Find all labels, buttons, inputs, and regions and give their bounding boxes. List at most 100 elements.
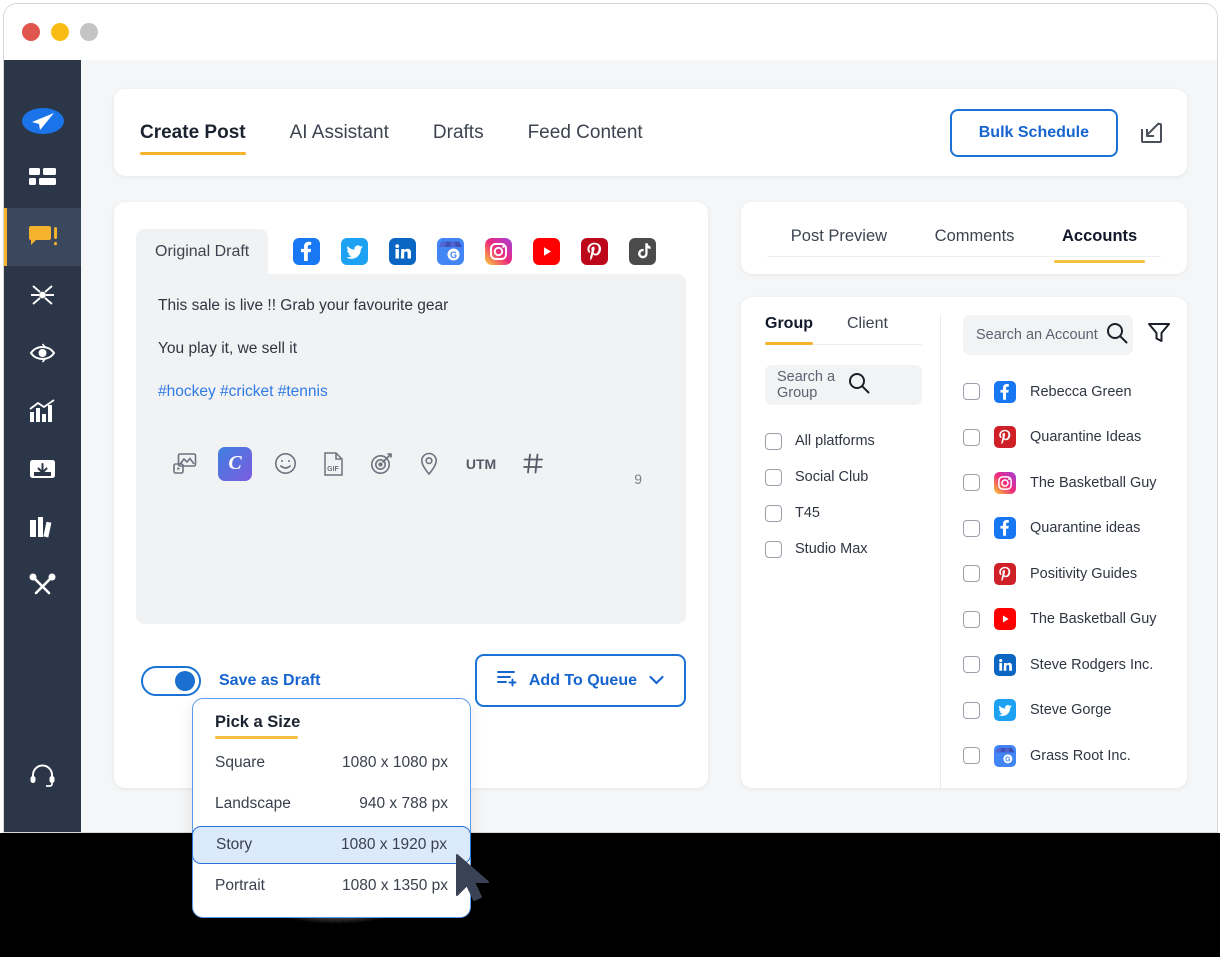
- svg-text:G: G: [1005, 756, 1010, 763]
- size-value: 1080 x 1350 px: [342, 877, 448, 895]
- group-checkbox[interactable]: [765, 469, 782, 486]
- tab-comments[interactable]: Comments: [935, 213, 1015, 263]
- table-row[interactable]: Rebecca Green: [963, 369, 1171, 415]
- account-name: Positivity Guides: [1030, 566, 1137, 582]
- platform-instagram-icon[interactable]: [485, 238, 512, 265]
- account-name: Grass Root Inc.: [1030, 748, 1131, 764]
- table-row[interactable]: Positivity Guides: [963, 551, 1171, 597]
- search-icon[interactable]: [848, 372, 911, 398]
- table-row[interactable]: The Basketball Guy: [963, 460, 1171, 506]
- group-checkbox[interactable]: [765, 433, 782, 450]
- account-checkbox[interactable]: [963, 611, 980, 628]
- account-checkbox[interactable]: [963, 565, 980, 582]
- table-row[interactable]: Quarantine ideas: [963, 506, 1171, 552]
- tab-post-preview[interactable]: Post Preview: [791, 213, 887, 263]
- table-row[interactable]: Quarantine Ideas: [963, 415, 1171, 461]
- size-option-story[interactable]: Story 1080 x 1920 px: [192, 826, 471, 864]
- sidebar-item-analytics[interactable]: [4, 382, 81, 440]
- sidebar-item-dashboard[interactable]: [4, 150, 81, 208]
- account-checkbox[interactable]: [963, 474, 980, 491]
- table-row[interactable]: Steve Gorge: [963, 688, 1171, 734]
- tab-create-post[interactable]: Create Post: [140, 122, 268, 144]
- canva-icon[interactable]: C: [218, 447, 252, 481]
- platform-tiktok-icon[interactable]: [629, 238, 656, 265]
- sidebar-item-compose[interactable]: [4, 208, 81, 266]
- search-icon[interactable]: [1106, 322, 1128, 348]
- account-checkbox[interactable]: [963, 383, 980, 400]
- table-row[interactable]: Steve Rodgers Inc.: [963, 642, 1171, 688]
- accounts-panel: Search an Account: [941, 315, 1187, 788]
- list-item[interactable]: All platforms: [765, 423, 922, 459]
- accounts-list: Rebecca Green Quarantine Ideas: [963, 369, 1171, 779]
- platform-youtube-icon[interactable]: [533, 238, 560, 265]
- schedule-toggle[interactable]: [141, 666, 201, 696]
- post-textarea[interactable]: This sale is live !! Grab your favourite…: [136, 274, 686, 624]
- expand-editor-icon[interactable]: [1138, 120, 1164, 146]
- location-icon[interactable]: [414, 449, 444, 479]
- bulk-schedule-button[interactable]: Bulk Schedule: [950, 109, 1118, 157]
- tab-feed-content[interactable]: Feed Content: [506, 122, 665, 144]
- size-label: Story: [216, 836, 252, 854]
- tab-client[interactable]: Client: [847, 315, 888, 344]
- tab-drafts[interactable]: Drafts: [411, 122, 506, 144]
- list-item[interactable]: Studio Max: [765, 531, 922, 567]
- account-checkbox[interactable]: [963, 702, 980, 719]
- header-actions: Bulk Schedule: [950, 109, 1164, 157]
- list-item[interactable]: T45: [765, 495, 922, 531]
- emoji-icon[interactable]: [270, 449, 300, 479]
- save-draft-button[interactable]: Save as Draft: [219, 672, 320, 690]
- size-option-portrait[interactable]: Portrait 1080 x 1350 px: [193, 867, 470, 905]
- sidebar-item-library[interactable]: [4, 498, 81, 556]
- instagram-icon: [994, 472, 1016, 494]
- tab-original-draft[interactable]: Original Draft: [136, 229, 268, 274]
- preview-tabs-card: Post Preview Comments Accounts: [741, 202, 1187, 274]
- filter-icon[interactable]: [1147, 322, 1171, 349]
- sidebar-item-engage[interactable]: [4, 324, 81, 382]
- account-checkbox[interactable]: [963, 429, 980, 446]
- size-option-landscape[interactable]: Landscape 940 x 788 px: [193, 785, 470, 823]
- platform-pinterest-icon[interactable]: [581, 238, 608, 265]
- gif-icon[interactable]: GIF: [318, 449, 348, 479]
- library-books-icon: [29, 516, 56, 538]
- hashtag-icon[interactable]: [518, 449, 548, 479]
- table-row[interactable]: The Basketball Guy: [963, 597, 1171, 643]
- account-name: Quarantine Ideas: [1030, 429, 1141, 445]
- post-line-2: You play it, we sell it: [158, 339, 664, 360]
- sidebar-item-network[interactable]: [4, 266, 81, 324]
- tab-group[interactable]: Group: [765, 315, 813, 344]
- group-checkbox[interactable]: [765, 541, 782, 558]
- sidebar-item-logo-send[interactable]: [4, 92, 81, 150]
- account-checkbox[interactable]: [963, 747, 980, 764]
- queue-list-icon: [497, 669, 517, 692]
- media-icon[interactable]: [170, 449, 200, 479]
- sidebar-item-tools[interactable]: [4, 556, 81, 614]
- account-search-input[interactable]: Search an Account: [963, 315, 1133, 355]
- account-checkbox[interactable]: [963, 656, 980, 673]
- target-icon[interactable]: [366, 449, 396, 479]
- headset-icon: [29, 763, 56, 787]
- list-item[interactable]: Social Club: [765, 459, 922, 495]
- platform-google-business-icon[interactable]: G: [437, 238, 464, 265]
- maximize-button[interactable]: [80, 23, 98, 41]
- group-checkbox[interactable]: [765, 505, 782, 522]
- svg-text:G: G: [450, 250, 457, 260]
- size-option-square[interactable]: Square 1080 x 1080 px: [193, 744, 470, 782]
- platform-facebook-icon[interactable]: [293, 238, 320, 265]
- utm-icon[interactable]: UTM: [462, 449, 500, 479]
- minimize-button[interactable]: [51, 23, 69, 41]
- group-search-input[interactable]: Search a Group: [765, 365, 922, 405]
- tab-accounts[interactable]: Accounts: [1062, 213, 1137, 263]
- platform-linkedin-icon[interactable]: [389, 238, 416, 265]
- sidebar-item-support[interactable]: [4, 746, 81, 804]
- network-nodes-icon: [29, 283, 56, 307]
- account-checkbox[interactable]: [963, 520, 980, 537]
- post-line-1: This sale is live !! Grab your favourite…: [158, 296, 664, 317]
- tools-wrench-icon: [29, 573, 56, 597]
- add-to-queue-button[interactable]: Add To Queue: [475, 654, 686, 707]
- app-sidebar: [4, 60, 81, 833]
- sidebar-item-inbox[interactable]: [4, 440, 81, 498]
- tab-ai-assistant[interactable]: AI Assistant: [268, 122, 411, 144]
- platform-twitter-icon[interactable]: [341, 238, 368, 265]
- table-row[interactable]: G Grass Root Inc.: [963, 733, 1171, 779]
- close-button[interactable]: [22, 23, 40, 41]
